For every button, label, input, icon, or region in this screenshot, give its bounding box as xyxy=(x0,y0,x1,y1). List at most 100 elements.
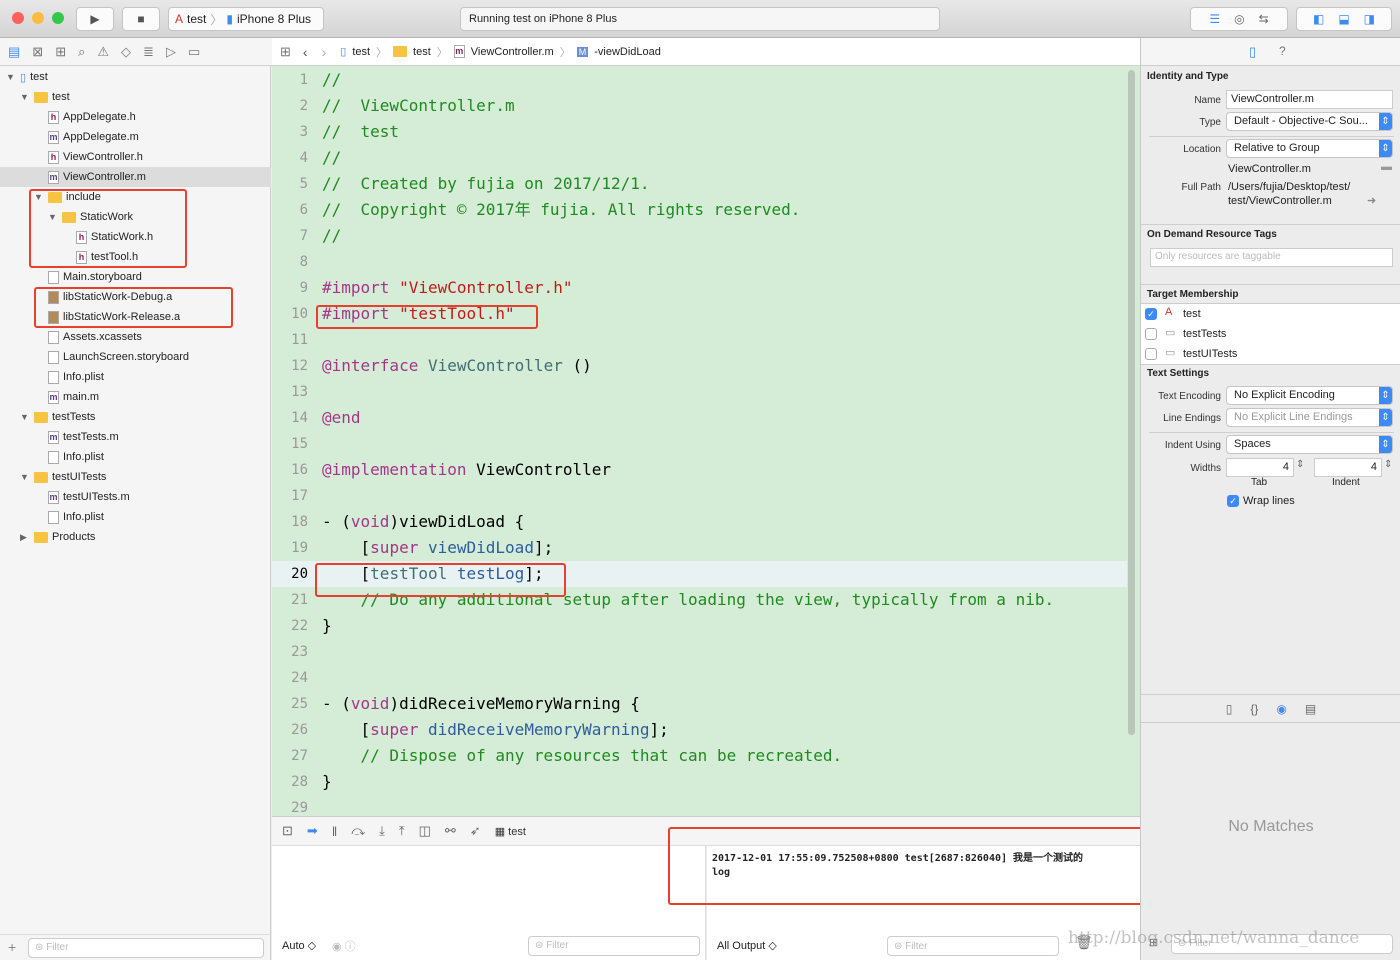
breadcrumb-file[interactable]: ViewController.m xyxy=(471,46,554,58)
encoding-popup[interactable]: No Explicit Encoding xyxy=(1226,386,1393,405)
line-number[interactable]: 22 xyxy=(272,613,308,639)
navigator-item[interactable]: Info.plist xyxy=(34,367,104,387)
symbol-navigator-icon[interactable]: ⊞ xyxy=(55,44,66,60)
output-select[interactable]: All Output ◇ xyxy=(717,939,777,953)
breadcrumb-method[interactable]: -viewDidLoad xyxy=(594,46,661,58)
line-number[interactable]: 23 xyxy=(272,639,308,665)
breadcrumb-project[interactable]: test xyxy=(352,46,370,58)
pause-icon[interactable]: ‖ xyxy=(332,824,337,839)
line-number[interactable]: 2 xyxy=(272,93,308,119)
target-checkbox-testTests[interactable] xyxy=(1145,328,1157,340)
file-inspector-icon[interactable]: ▯ xyxy=(1249,44,1256,60)
test-navigator-icon[interactable]: ◇ xyxy=(121,44,131,60)
navigator-item[interactable]: h ViewController.h xyxy=(34,147,143,167)
line-number[interactable]: 27 xyxy=(272,743,308,769)
line-number[interactable]: 11 xyxy=(272,327,308,353)
navigator-item[interactable]: m ViewController.m xyxy=(0,167,271,187)
code-line[interactable]: 5 // Created by fujia on 2017/12/1. xyxy=(272,171,1127,197)
line-number[interactable]: 1 xyxy=(272,67,308,93)
source-control-icon[interactable]: ⊠ xyxy=(32,44,43,60)
line-number[interactable]: 17 xyxy=(272,483,308,509)
line-number[interactable]: 19 xyxy=(272,535,308,561)
tab-width-field[interactable]: 4 xyxy=(1226,458,1294,477)
indent-width-field[interactable]: 4 xyxy=(1314,458,1382,477)
odr-tags-field[interactable]: Only resources are taggable xyxy=(1150,248,1393,267)
close-button[interactable] xyxy=(12,12,24,24)
media-library-icon[interactable]: ▤ xyxy=(1305,702,1316,716)
line-number[interactable]: 29 xyxy=(272,795,308,816)
navigator-item[interactable]: Main.storyboard xyxy=(34,267,142,287)
inspector-toggle-icon[interactable]: ◨ xyxy=(1364,12,1375,26)
forward-icon[interactable]: › xyxy=(322,44,327,60)
target-checkbox-test[interactable]: ✓ xyxy=(1145,308,1157,320)
navigator-item[interactable]: m testUITests.m xyxy=(34,487,130,507)
variables-filter-input[interactable]: ⊜ Filter xyxy=(528,936,700,956)
add-icon[interactable]: + xyxy=(8,939,16,955)
code-line[interactable]: 13 xyxy=(272,379,1127,405)
find-icon[interactable]: ⌕ xyxy=(78,44,85,60)
type-popup[interactable]: Default - Objective-C Sou... xyxy=(1226,112,1393,131)
disclosure-open-icon[interactable]: ▼ xyxy=(6,72,16,82)
name-field[interactable]: ViewController.m xyxy=(1226,90,1393,109)
line-endings-popup[interactable]: No Explicit Line Endings xyxy=(1226,408,1393,427)
indent-popup[interactable]: Spaces xyxy=(1226,435,1393,454)
location-popup[interactable]: Relative to Group xyxy=(1226,139,1393,158)
back-icon[interactable]: ‹ xyxy=(303,44,308,60)
line-number[interactable]: 25 xyxy=(272,691,308,717)
debug-toggle-icon[interactable]: ⬓ xyxy=(1338,12,1349,26)
line-number[interactable]: 12 xyxy=(272,353,308,379)
code-line[interactable]: 15 xyxy=(272,431,1127,457)
code-line[interactable]: 1 // xyxy=(272,67,1127,93)
navigator-item[interactable]: ▼ testUITests xyxy=(20,467,106,487)
line-number[interactable]: 16 xyxy=(272,457,308,483)
panel-toggle-buttons[interactable]: ◧ ⬓ ◨ xyxy=(1296,7,1392,31)
debug-navigator-icon[interactable]: ≣ xyxy=(143,44,154,60)
breadcrumb-group[interactable]: test xyxy=(413,46,431,58)
help-icon[interactable]: ? xyxy=(1279,44,1286,58)
line-number[interactable]: 15 xyxy=(272,431,308,457)
code-line[interactable]: 25 - (void)didReceiveMemoryWarning { xyxy=(272,691,1127,717)
target-checkbox-testUITests[interactable] xyxy=(1145,348,1157,360)
line-number[interactable]: 5 xyxy=(272,171,308,197)
code-line[interactable]: 3 // test xyxy=(272,119,1127,145)
code-line[interactable]: 18 - (void)viewDidLoad { xyxy=(272,509,1127,535)
breakpoints-toggle-icon[interactable]: ➡ xyxy=(307,823,318,839)
line-number[interactable]: 7 xyxy=(272,223,308,249)
line-number[interactable]: 14 xyxy=(272,405,308,431)
line-number[interactable]: 28 xyxy=(272,769,308,795)
line-number[interactable]: 26 xyxy=(272,717,308,743)
code-line[interactable]: 2 // ViewController.m xyxy=(272,93,1127,119)
line-number[interactable]: 6 xyxy=(272,197,308,223)
navigator-filter-input[interactable]: ⊜ Filter xyxy=(28,938,264,958)
navigator-item[interactable]: LaunchScreen.storyboard xyxy=(34,347,189,367)
line-number[interactable]: 24 xyxy=(272,665,308,691)
line-number[interactable]: 20 xyxy=(272,561,308,587)
folder-browse-icon[interactable]: ▬ xyxy=(1381,161,1392,173)
code-line[interactable]: 17 xyxy=(272,483,1127,509)
code-line[interactable]: 28} xyxy=(272,769,1127,795)
minimize-button[interactable] xyxy=(32,12,44,24)
line-number[interactable]: 9 xyxy=(272,275,308,301)
code-line[interactable]: 11 xyxy=(272,327,1127,353)
navigator-item[interactable]: ▶ Products xyxy=(20,527,95,547)
line-number[interactable]: 21 xyxy=(272,587,308,613)
disclosure-closed-icon[interactable]: ▶ xyxy=(20,532,30,543)
hide-debug-icon[interactable]: ⊡ xyxy=(282,823,293,839)
breakpoint-icon[interactable]: ▷ xyxy=(166,44,176,60)
tab-width-stepper[interactable]: ⇕ xyxy=(1296,459,1304,470)
code-line[interactable]: 29 xyxy=(272,795,1127,816)
line-number[interactable]: 4 xyxy=(272,145,308,171)
navigator-item[interactable]: Info.plist xyxy=(34,507,104,527)
wrap-lines-checkbox[interactable]: ✓ xyxy=(1227,495,1239,507)
code-line[interactable]: 7 // xyxy=(272,223,1127,249)
disclosure-open-icon[interactable]: ▼ xyxy=(20,472,30,482)
step-out-icon[interactable]: ⤒ xyxy=(399,823,405,839)
code-line[interactable]: 8 xyxy=(272,249,1127,275)
line-number[interactable]: 18 xyxy=(272,509,308,535)
file-template-icon[interactable]: ▯ xyxy=(1226,702,1233,716)
code-line[interactable]: 9 #import "ViewController.h" xyxy=(272,275,1127,301)
location-icon[interactable]: ➶ xyxy=(470,823,481,839)
code-line[interactable]: 24 xyxy=(272,665,1127,691)
code-line[interactable]: 6 // Copyright © 2017年 fujia. All rights … xyxy=(272,197,1127,223)
variables-scope-select[interactable]: Auto ◇ xyxy=(282,939,316,952)
